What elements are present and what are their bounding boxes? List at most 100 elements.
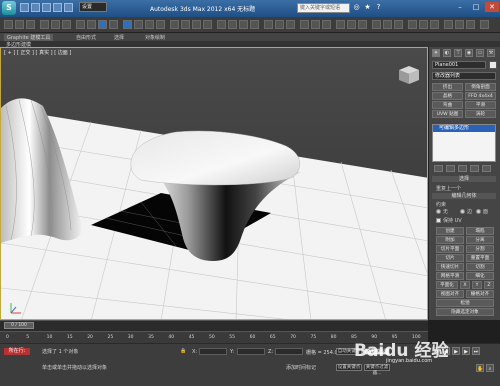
slice-plane-button[interactable]: 切片平面 [436, 245, 464, 253]
pin-stack-icon[interactable] [434, 165, 443, 172]
perspective-viewport[interactable]: [ + ] [ 正交 ] [ 真实 ] [ 边面 ] [0, 47, 428, 320]
toolbar-tool-icon[interactable] [26, 20, 35, 29]
app-logo[interactable]: S [2, 1, 16, 15]
x-coordinate-field[interactable] [199, 348, 227, 355]
modify-icon[interactable]: ◐ [443, 49, 451, 57]
planar-y-button[interactable]: Y [472, 281, 482, 289]
toolbar-tool-icon[interactable] [40, 20, 49, 29]
redo-icon[interactable] [64, 3, 73, 12]
toolbar-tool-icon[interactable] [123, 20, 132, 29]
binoculars-icon[interactable]: ◎ [352, 3, 361, 12]
hide-selected-button[interactable]: 隐藏选定对象 [436, 308, 494, 316]
add-time-tag[interactable]: 添加时间标记 [286, 364, 316, 371]
toolbar-tool-icon[interactable] [192, 20, 201, 29]
relax-button[interactable]: 松弛 [436, 299, 494, 307]
viewport-label[interactable]: [ + ] [ 正交 ] [ 真实 ] [ 边面 ] [4, 49, 71, 56]
constraint-none-radio[interactable] [436, 209, 441, 214]
toolbar-tool-icon[interactable] [250, 20, 259, 29]
modifier-list-dropdown[interactable]: 修改器列表 [432, 72, 496, 80]
toolbar-tool-icon[interactable] [62, 20, 71, 29]
quickslice-button[interactable]: 快速切片 [436, 263, 464, 271]
star-icon[interactable]: ★ [363, 3, 372, 12]
show-end-result-icon[interactable] [446, 165, 455, 172]
reset-plane-button[interactable]: 重置平面 [466, 254, 494, 262]
open-icon[interactable] [31, 3, 40, 12]
tab-object-paint[interactable]: 对象绘制 [145, 34, 165, 41]
modifier-button[interactable]: 倒角剖面 [465, 83, 496, 91]
create-icon[interactable]: ✦ [432, 49, 440, 57]
toolbar-tool-icon[interactable] [4, 20, 13, 29]
planar-z-button[interactable]: Z [484, 281, 494, 289]
toolbar-tool-icon[interactable] [347, 20, 356, 29]
lock-icon[interactable]: 🔒 [180, 348, 186, 354]
constraint-face-radio[interactable] [476, 209, 481, 214]
next-frame-icon[interactable]: ▶ [462, 347, 470, 355]
toolbar-tool-icon[interactable] [275, 20, 284, 29]
maximize-button[interactable]: □ [469, 2, 483, 12]
utilities-icon[interactable]: ⚒ [487, 49, 495, 57]
modifier-button[interactable]: 弯曲 [432, 101, 463, 109]
save-icon[interactable] [42, 3, 51, 12]
attach-button[interactable]: 附加 [436, 236, 464, 244]
tab-selection[interactable]: 选择 [114, 34, 124, 41]
toolbar-tool-icon[interactable] [217, 20, 226, 29]
toolbar-tool-icon[interactable] [430, 20, 439, 29]
toolbar-tool-icon[interactable] [394, 20, 403, 29]
cut-button[interactable]: 切割 [466, 263, 494, 271]
toolbar-tool-icon[interactable] [156, 20, 165, 29]
toolbar-tool-icon[interactable] [228, 20, 237, 29]
toolbar-tool-icon[interactable] [264, 20, 273, 29]
goto-end-icon[interactable]: ⏭ [472, 347, 480, 355]
tab-graphite[interactable]: Graphite 建模工具 [4, 34, 54, 41]
time-slider[interactable]: 0 / 100 [4, 322, 34, 329]
zoom-extents-icon[interactable]: ⌕ [486, 364, 494, 372]
key-filters-button[interactable]: 关键点过滤器... [364, 364, 390, 376]
workspace-dropdown[interactable]: 设置 [79, 2, 107, 12]
toolbar-tool-icon[interactable] [311, 20, 320, 29]
remove-modifier-icon[interactable] [470, 165, 479, 172]
grid-align-button[interactable]: 栅格对齐 [466, 290, 494, 298]
new-icon[interactable] [20, 3, 29, 12]
toolbar-tool-icon[interactable] [239, 20, 248, 29]
slice-button[interactable]: 切片 [436, 254, 464, 262]
minimize-button[interactable]: – [453, 2, 467, 12]
msmooth-button[interactable]: 网格平滑 [436, 272, 464, 280]
toolbar-tool-icon[interactable] [203, 20, 212, 29]
toolbar-tool-icon[interactable] [322, 20, 331, 29]
planar-x-button[interactable]: X [460, 281, 470, 289]
toolbar-tool-icon[interactable] [444, 20, 453, 29]
toolbar-tool-icon[interactable] [76, 20, 85, 29]
constraint-edge-radio[interactable] [460, 209, 465, 214]
tab-freeform[interactable]: 自由形式 [76, 34, 96, 41]
hierarchy-icon[interactable]: ⊤ [454, 49, 462, 57]
modifier-button[interactable]: 晶格 [432, 92, 463, 100]
toolbar-tool-icon[interactable] [466, 20, 475, 29]
toolbar-tool-icon[interactable] [170, 20, 179, 29]
search-input[interactable]: 键入关键字或短语 [297, 3, 350, 13]
set-key-button[interactable]: 设置关键点 [336, 364, 362, 371]
play-icon[interactable]: ▶ [452, 347, 460, 355]
object-color-swatch[interactable] [489, 61, 497, 69]
undo-icon[interactable] [53, 3, 62, 12]
toolbar-tool-icon[interactable] [134, 20, 143, 29]
view-align-button[interactable]: 视图对齐 [436, 290, 464, 298]
toolbar-tool-icon[interactable] [286, 20, 295, 29]
toolbar-tool-icon[interactable] [109, 20, 118, 29]
toolbar-tool-icon[interactable] [419, 20, 428, 29]
toolbar-tool-icon[interactable] [455, 20, 464, 29]
toolbar-tool-icon[interactable] [87, 20, 96, 29]
toolbar-tool-icon[interactable] [358, 20, 367, 29]
tessellate-button[interactable]: 细化 [466, 272, 494, 280]
toolbar-tool-icon[interactable] [408, 20, 417, 29]
modifier-button[interactable]: UVW 贴图 [432, 110, 463, 118]
modifier-button[interactable]: 平滑 [465, 101, 496, 109]
close-button[interactable]: ✕ [485, 2, 499, 12]
create-button[interactable]: 创建 [436, 227, 464, 235]
modifier-button[interactable]: 挤出 [432, 83, 463, 91]
toolbar-tool-icon[interactable] [51, 20, 60, 29]
make-planar-button[interactable]: 平面化 [436, 281, 458, 289]
toolbar-tool-icon[interactable] [300, 20, 309, 29]
toolbar-tool-icon[interactable] [15, 20, 24, 29]
make-unique-icon[interactable] [458, 165, 467, 172]
stack-item-editable-poly[interactable]: 可编辑多边形 [433, 125, 495, 132]
